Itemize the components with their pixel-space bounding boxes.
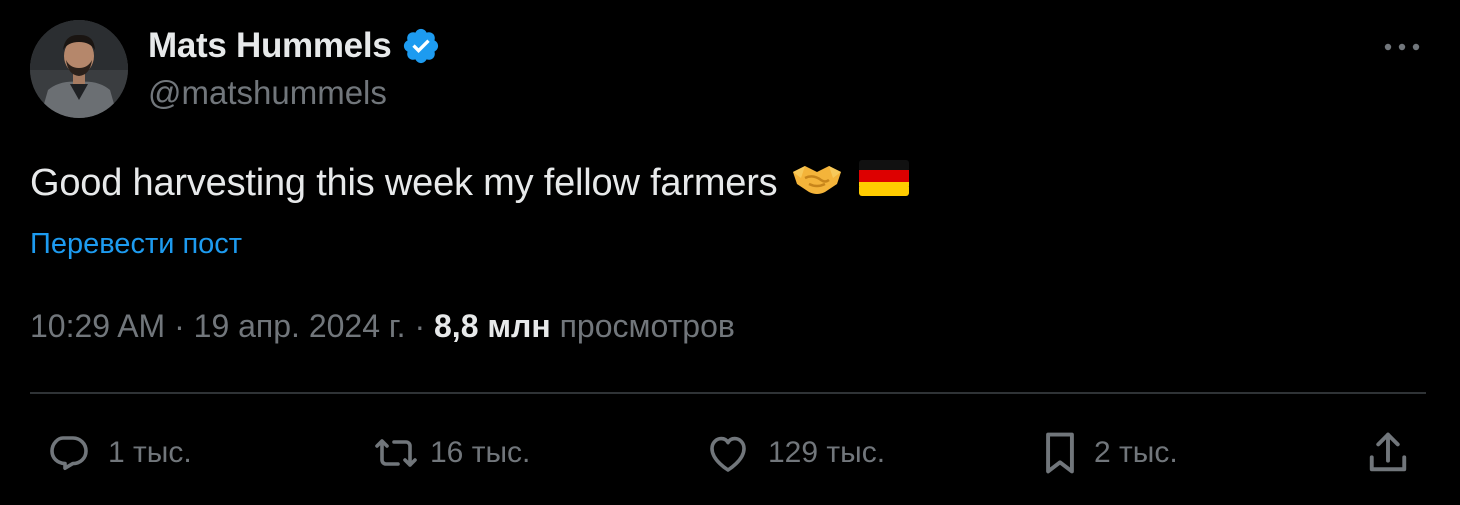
reply-icon [42, 429, 94, 477]
handle[interactable]: @matshummels [148, 74, 441, 112]
heart-icon [702, 429, 754, 477]
tweet-card: Mats Hummels @matshummels Good harvestin… [0, 0, 1460, 505]
divider [30, 392, 1426, 394]
tweet-text-content: Good harvesting this week my fellow farm… [30, 161, 778, 204]
tweet-time[interactable]: 10:29 AM [30, 308, 165, 344]
reply-button[interactable]: 1 тыс. [42, 425, 192, 481]
meta-separator: · [414, 308, 426, 344]
tweet-text: Good harvesting this week my fellow farm… [30, 158, 910, 208]
handshake-emoji [791, 158, 843, 208]
tweet-meta: 10:29 AM · 19 апр. 2024 г. · 8,8 млн про… [30, 308, 735, 345]
avatar-photo [30, 20, 128, 118]
more-options-icon[interactable] [1380, 32, 1424, 62]
bookmark-button[interactable]: 2 тыс. [1034, 425, 1178, 481]
germany-flag-emoji [859, 160, 910, 206]
verified-badge-icon[interactable] [401, 26, 441, 66]
share-icon [1362, 427, 1414, 479]
share-button[interactable] [1362, 425, 1414, 481]
repost-count: 16 тыс. [430, 436, 531, 469]
repost-button[interactable]: 16 тыс. [370, 425, 530, 481]
author-info: Mats Hummels @matshummels [148, 22, 441, 112]
bookmark-icon [1034, 427, 1086, 479]
views-label: просмотров [559, 308, 735, 344]
reply-count: 1 тыс. [108, 436, 192, 469]
tweet-date[interactable]: 19 апр. 2024 г. [194, 308, 406, 344]
display-name[interactable]: Mats Hummels [148, 26, 392, 66]
translate-post-link[interactable]: Перевести пост [30, 228, 242, 261]
repost-icon [370, 429, 422, 477]
like-button[interactable]: 129 тыс. [702, 425, 885, 481]
avatar[interactable] [30, 20, 128, 118]
like-count: 129 тыс. [768, 436, 886, 469]
display-name-row: Mats Hummels [148, 22, 441, 70]
meta-separator: · [174, 308, 185, 344]
bookmark-count: 2 тыс. [1094, 436, 1178, 469]
views-count[interactable]: 8,8 млн [434, 308, 551, 344]
